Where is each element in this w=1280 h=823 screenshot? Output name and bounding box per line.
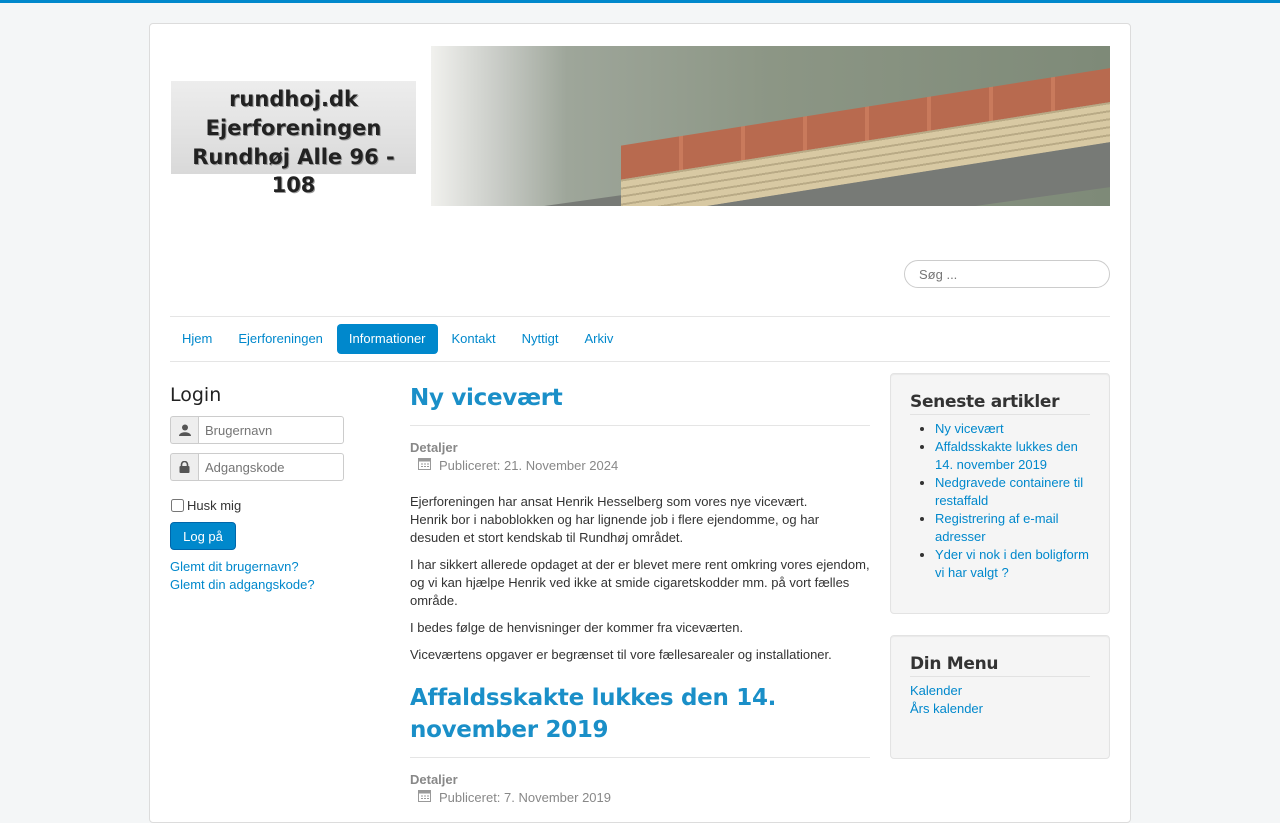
latest-article-link[interactable]: Yder vi nok i den boligform vi har valgt…: [935, 547, 1089, 580]
article-details-label: Detaljer: [410, 440, 458, 455]
din-menu-module: Din Menu Kalender Års kalender: [890, 635, 1110, 759]
calendar-icon: [418, 789, 431, 807]
lock-icon: [170, 453, 198, 481]
site-logo[interactable]: rundhoj.dk Ejerforeningen Rundhøj Alle 9…: [171, 81, 416, 197]
menu-link-kalender[interactable]: Kalender: [910, 682, 1090, 700]
article-title: Affaldsskakte lukkes den 14. november 20…: [410, 682, 870, 746]
article-title-link[interactable]: Ny vicevært: [410, 385, 563, 411]
nav-item-hjem[interactable]: Hjem: [170, 324, 224, 354]
nav-item-arkiv[interactable]: Arkiv: [572, 324, 625, 354]
forgot-username-link[interactable]: Glemt dit brugernavn?: [170, 558, 315, 576]
main-nav: Hjem Ejerforeningen Informationer Kontak…: [170, 324, 627, 354]
nav-divider-bottom: [170, 361, 1110, 362]
list-item: Ny vicevært: [935, 420, 1090, 438]
page-container: rundhoj.dk Ejerforeningen Rundhøj Alle 9…: [149, 23, 1131, 823]
forgot-password-link[interactable]: Glemt din adgangskode?: [170, 576, 315, 594]
calendar-icon: [418, 457, 431, 475]
article-published: Publiceret: 7. November 2019: [410, 789, 870, 807]
remember-checkbox[interactable]: [171, 499, 184, 512]
article-paragraph: Ejerforeningen har ansat Henrik Hesselbe…: [410, 494, 820, 545]
article-details-label: Detaljer: [410, 772, 458, 787]
article-paragraph: Viceværtens opgaver er begrænset til vor…: [410, 647, 832, 662]
username-field-group: [170, 416, 344, 444]
password-input[interactable]: [198, 453, 344, 481]
latest-article-link[interactable]: Affaldsskakte lukkes den 14. november 20…: [935, 439, 1078, 472]
list-item: Nedgravede containere til restaffald: [935, 474, 1090, 510]
nav-item-ejerforeningen[interactable]: Ejerforeningen: [226, 324, 335, 354]
list-item: Yder vi nok i den boligform vi har valgt…: [935, 546, 1090, 582]
latest-articles-module: Seneste artikler Ny vicevært Affaldsskak…: [890, 373, 1110, 614]
latest-articles-title: Seneste artikler: [910, 390, 1090, 415]
login-button[interactable]: Log på: [170, 522, 236, 550]
latest-article-link[interactable]: Ny vicevært: [935, 421, 1004, 436]
username-input[interactable]: [198, 416, 344, 444]
article: Affaldsskakte lukkes den 14. november 20…: [410, 682, 870, 807]
article-published-date: Publiceret: 7. November 2019: [439, 790, 611, 805]
article-divider: [410, 425, 870, 426]
login-module: Login Husk mig Log på Glemt dit brugerna…: [170, 382, 370, 592]
remember-label: Husk mig: [187, 498, 242, 513]
article-paragraph: I bedes følge de henvisninger der kommer…: [410, 620, 744, 635]
latest-articles-list: Ny vicevært Affaldsskakte lukkes den 14.…: [910, 420, 1090, 582]
article-title: Ny vicevært: [410, 382, 870, 414]
article-published-date: Publiceret: 21. November 2024: [439, 458, 619, 473]
article-title-link[interactable]: Affaldsskakte lukkes den 14. november 20…: [410, 685, 776, 743]
logo-line-1: rundhoj.dk: [229, 87, 358, 111]
nav-item-informationer[interactable]: Informationer: [336, 324, 438, 354]
din-menu-title: Din Menu: [910, 652, 1090, 677]
article-list: Ny vicevært Detaljer Publiceret: 21. Nov…: [410, 382, 870, 807]
menu-link-aars-kalender[interactable]: Års kalender: [910, 700, 1090, 718]
nav-item-nyttigt[interactable]: Nyttigt: [510, 324, 571, 354]
logo-line-2: Ejerforeningen: [205, 116, 382, 140]
nav-divider-top: [170, 316, 1110, 317]
password-field-group: [170, 453, 344, 481]
login-title: Login: [170, 384, 222, 406]
article-body: Ejerforeningen har ansat Henrik Hesselbe…: [410, 493, 870, 664]
nav-item-kontakt[interactable]: Kontakt: [440, 324, 508, 354]
forgot-links: Glemt dit brugernavn? Glemt din adgangsk…: [170, 558, 315, 594]
search-input[interactable]: [904, 260, 1110, 288]
latest-article-link[interactable]: Registrering af e-mail adresser: [935, 511, 1059, 544]
list-item: Registrering af e-mail adresser: [935, 510, 1090, 546]
article-divider: [410, 757, 870, 758]
article-published: Publiceret: 21. November 2024: [410, 457, 870, 475]
remember-me[interactable]: Husk mig: [170, 498, 241, 513]
article: Ny vicevært Detaljer Publiceret: 21. Nov…: [410, 382, 870, 664]
logo-line-3: Rundhøj Alle 96 - 108: [192, 145, 395, 197]
header-banner-image: [431, 46, 1110, 206]
list-item: Affaldsskakte lukkes den 14. november 20…: [935, 438, 1090, 474]
din-menu-list: Kalender Års kalender: [910, 682, 1090, 718]
user-icon: [170, 416, 198, 444]
latest-article-link[interactable]: Nedgravede containere til restaffald: [935, 475, 1083, 508]
article-paragraph: I har sikkert allerede opdaget at der er…: [410, 557, 870, 608]
